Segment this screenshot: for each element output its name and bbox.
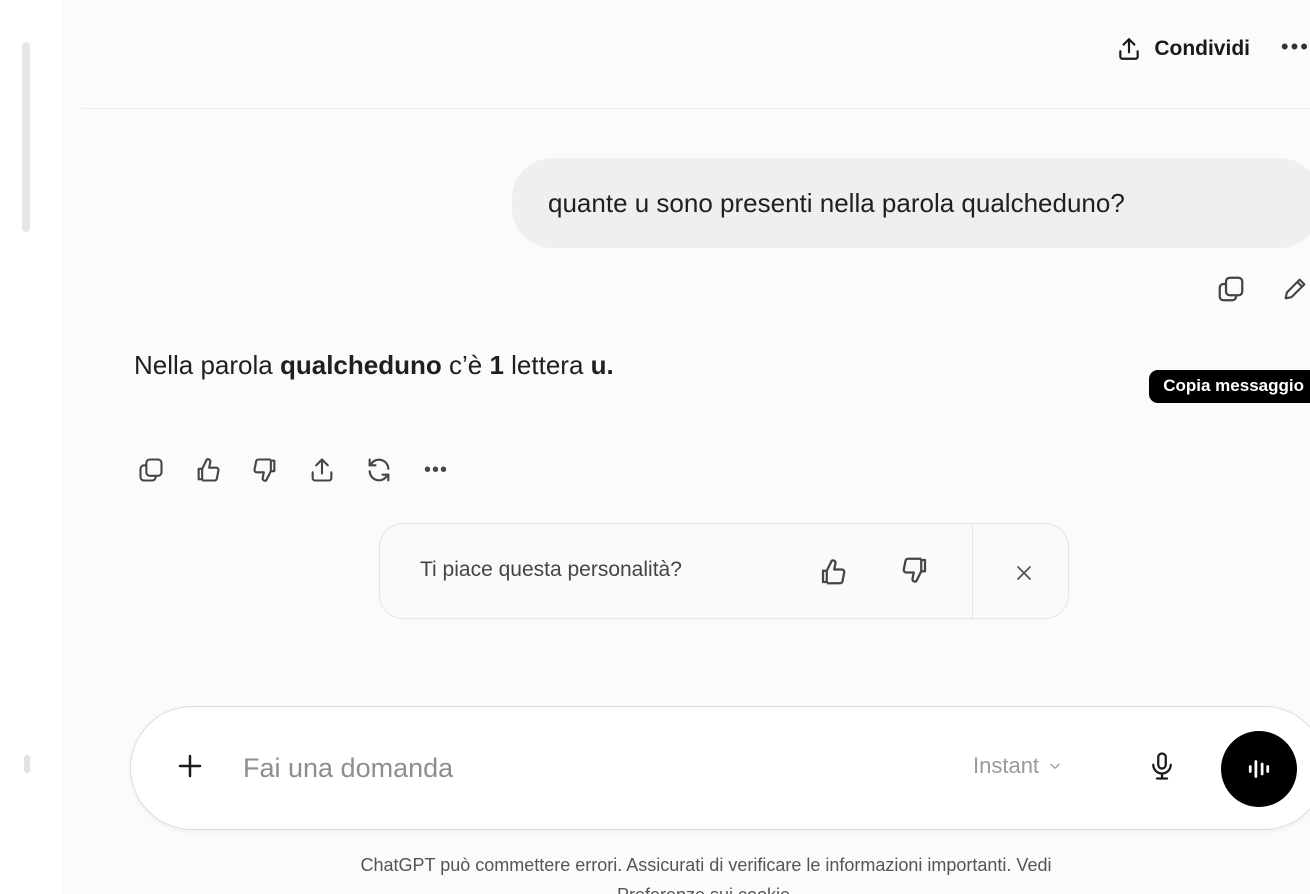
plus-icon[interactable]: [175, 751, 205, 781]
answer-count: 1: [489, 350, 504, 380]
voice-mode-button[interactable]: [1221, 731, 1297, 807]
assistant-message: Nella parola qualcheduno c’è 1 lettera u…: [134, 350, 614, 381]
model-selector[interactable]: Instant: [973, 753, 1063, 779]
edit-pencil-icon[interactable]: [1280, 274, 1310, 304]
disclaimer: ChatGPT può commettere errori. Assicurat…: [62, 850, 1310, 894]
answer-word: qualcheduno: [279, 350, 442, 380]
user-message-actions: [1216, 274, 1310, 304]
microphone-icon[interactable]: [1147, 751, 1177, 781]
answer-text-1: Nella parola: [134, 350, 280, 380]
chevron-down-icon: [1047, 758, 1063, 774]
share-icon: [1114, 34, 1144, 64]
sidebar-scrollbar[interactable]: [22, 42, 30, 232]
user-message-text: quante u sono presenti nella parola qual…: [548, 187, 1125, 218]
thumbs-down-icon[interactable]: [250, 455, 280, 485]
main-panel: Condividi ••• quante u sono presenti nel…: [62, 0, 1310, 894]
copy-message-tooltip: Copia messaggio: [1149, 370, 1310, 403]
disclaimer-line-1: ChatGPT può commettere errori. Assicurat…: [360, 855, 1052, 875]
more-horizontal-icon[interactable]: •••: [421, 455, 451, 485]
thumbs-down-icon[interactable]: [900, 555, 930, 585]
share-icon[interactable]: [307, 455, 337, 485]
feedback-question: Ti piace questa personalità?: [420, 558, 682, 581]
copy-icon[interactable]: [136, 455, 166, 485]
sidebar-marker: [24, 755, 30, 773]
chat-window: Condividi ••• quante u sono presenti nel…: [0, 0, 1310, 894]
feedback-divider: [972, 524, 973, 620]
personality-feedback-card: Ti piace questa personalità?: [379, 523, 1069, 620]
message-composer: Instant: [130, 706, 1310, 830]
top-bar: Condividi •••: [82, 0, 1310, 109]
regenerate-icon[interactable]: [364, 455, 394, 485]
answer-letter: u.: [590, 350, 614, 380]
assistant-message-actions: •••: [136, 455, 451, 485]
thumbs-up-icon[interactable]: [193, 455, 223, 485]
copy-icon[interactable]: [1216, 274, 1246, 304]
answer-text-3: lettera: [503, 350, 591, 380]
thumbs-up-icon[interactable]: [818, 557, 848, 587]
voice-waveform-icon: [1244, 754, 1274, 784]
share-button[interactable]: Condividi: [1114, 34, 1250, 64]
answer-text-2: c’è: [441, 350, 490, 380]
model-label: Instant: [973, 753, 1040, 778]
close-icon[interactable]: [1009, 558, 1039, 588]
sidebar-edge: [0, 0, 62, 894]
more-horizontal-icon[interactable]: •••: [1281, 34, 1310, 60]
prompt-input[interactable]: [241, 747, 885, 789]
user-message-bubble: quante u sono presenti nella parola qual…: [512, 158, 1310, 248]
share-label: Condividi: [1154, 37, 1250, 60]
cookie-preferences-link[interactable]: Preferenze sui cookie.: [617, 885, 795, 894]
